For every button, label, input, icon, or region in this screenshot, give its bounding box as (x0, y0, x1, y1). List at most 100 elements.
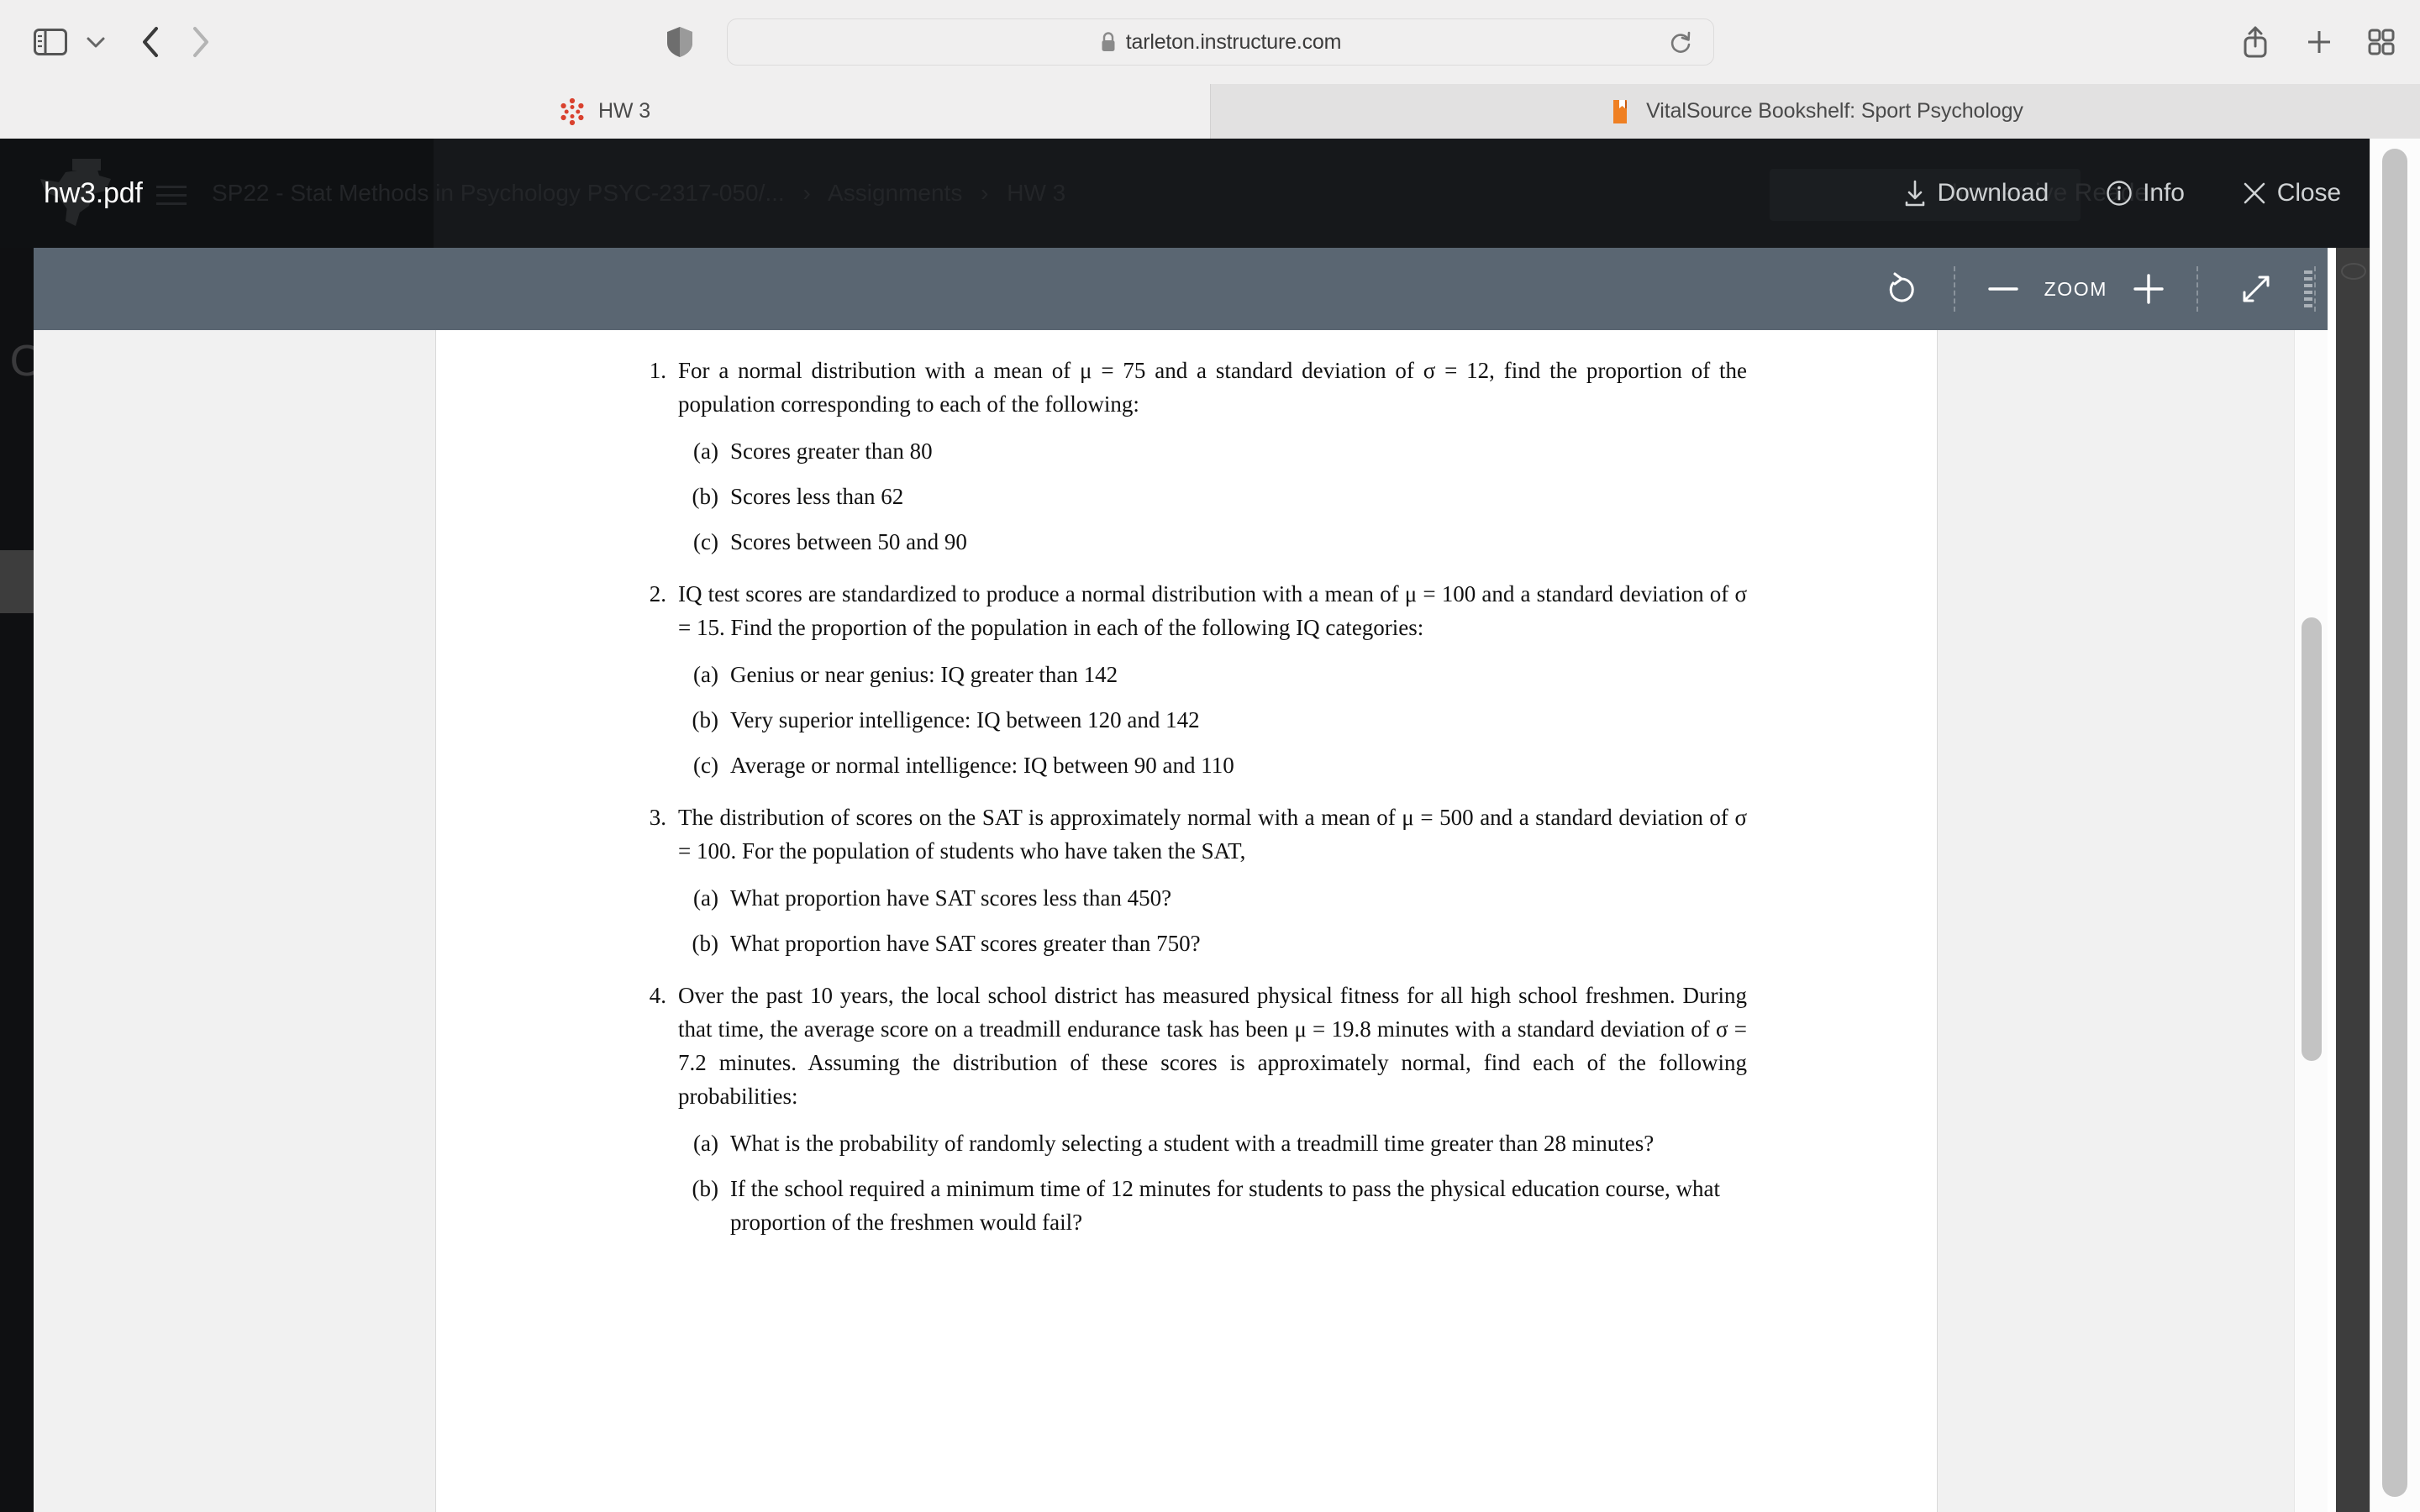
expand-arrows-icon (2243, 276, 2270, 302)
tab-vitalsource[interactable]: VitalSource Bookshelf: Sport Psychology (1210, 84, 2420, 139)
info-icon (2107, 181, 2132, 206)
download-button-label: Download (1937, 179, 2049, 207)
pdf-viewport[interactable]: 1. For a normal distribution with a mean… (34, 330, 2328, 1512)
close-icon (2244, 182, 2265, 204)
question-1: 1. For a normal distribution with a mean… (638, 354, 1747, 421)
question-4-sub-a: (a) What is the probability of randomly … (678, 1126, 1747, 1160)
question-4-text: Over the past 10 years, the local school… (678, 983, 1747, 1109)
toolbar-divider-3 (2314, 266, 2316, 312)
tab-bar: HW 3 VitalSource Bookshelf: Sport Psycho… (0, 84, 2420, 139)
grid-icon[interactable] (2361, 22, 2402, 62)
breadcrumb-page[interactable]: HW 3 (1007, 180, 1065, 206)
tab-hw3[interactable]: HW 3 (0, 84, 1210, 139)
pdf-toolbar: ZOOM (34, 248, 2328, 330)
fullscreen-button[interactable] (2210, 248, 2302, 330)
close-button-label: Close (2276, 179, 2341, 207)
browser-chrome: tarleton.instructure.com HW 3 VitalSourc… (0, 0, 2420, 139)
question-4-sub-b: (b) If the school required a minimum tim… (678, 1172, 1747, 1239)
question-2-sub-b: (b) Very superior intelligence: IQ betwe… (678, 703, 1747, 737)
question-1-text: For a normal distribution with a mean of… (678, 358, 1747, 417)
tab-hw3-label: HW 3 (597, 99, 651, 123)
zoom-out-button[interactable] (1967, 248, 2039, 330)
question-4-sub-a-label: (a) (693, 1131, 718, 1156)
chevron-down-icon[interactable] (81, 22, 111, 62)
share-icon[interactable] (2235, 22, 2275, 62)
hamburger-icon[interactable] (156, 186, 187, 207)
question-3-subs: (a) What proportion have SAT scores less… (638, 881, 1747, 960)
minus-icon (1987, 287, 2018, 291)
question-3-number: 3. (649, 805, 666, 830)
question-1-sub-a-label: (a) (693, 438, 718, 464)
question-3-sub-a: (a) What proportion have SAT scores less… (678, 881, 1747, 915)
question-1-subs: (a) Scores greater than 80 (b) Scores le… (638, 434, 1747, 559)
question-3-sub-b: (b) What proportion have SAT scores grea… (678, 927, 1747, 960)
breadcrumb-course[interactable]: SP22 - Stat Methods in Psychology PSYC-2… (212, 180, 785, 206)
question-2-number: 2. (649, 581, 666, 606)
question-2-sub-c: (c) Average or normal intelligence: IQ b… (678, 748, 1747, 782)
question-3-text: The distribution of scores on the SAT is… (678, 805, 1747, 864)
zoom-in-button[interactable] (2112, 248, 2185, 330)
question-4: 4. Over the past 10 years, the local sch… (638, 979, 1747, 1113)
address-url-text: tarleton.instructure.com (1125, 29, 1342, 54)
download-button[interactable]: Download (1874, 139, 2078, 248)
question-2-sub-a-text: Genius or near genius: IQ greater than 1… (730, 662, 1118, 687)
question-4-subs: (a) What is the probability of randomly … (638, 1126, 1747, 1239)
question-4-sub-b-label: (b) (692, 1176, 718, 1201)
back-arrow-icon[interactable] (130, 22, 171, 62)
question-1-sub-b: (b) Scores less than 62 (678, 480, 1747, 513)
pdf-header-actions: Download Info Close (1874, 139, 2370, 248)
question-2-subs: (a) Genius or near genius: IQ greater th… (638, 658, 1747, 782)
toolbar-divider-1 (1953, 266, 1955, 312)
browser-page-scrollbar-thumb[interactable] (2382, 149, 2407, 1497)
question-1-sub-b-text: Scores less than 62 (730, 484, 904, 509)
shield-icon[interactable] (660, 22, 700, 62)
question-2-sub-a: (a) Genius or near genius: IQ greater th… (678, 658, 1747, 691)
question-2-text: IQ test scores are standardized to produ… (678, 581, 1747, 640)
question-1-sub-c-label: (c) (693, 529, 718, 554)
question-3: 3. The distribution of scores on the SAT… (638, 801, 1747, 868)
browser-toolbar: tarleton.instructure.com (0, 0, 2420, 84)
question-1-sub-a-text: Scores greater than 80 (730, 438, 933, 464)
question-2-sub-c-label: (c) (693, 753, 718, 778)
question-1-sub-b-label: (b) (692, 484, 718, 509)
breadcrumb: SP22 - Stat Methods in Psychology PSYC-2… (212, 139, 1065, 248)
question-2-sub-b-text: Very superior intelligence: IQ between 1… (730, 707, 1200, 732)
breadcrumb-separator-1: › (802, 180, 811, 206)
breadcrumb-section[interactable]: Assignments (828, 180, 962, 206)
toolbar-divider-2 (2196, 266, 2198, 312)
pdf-content-scrollbar[interactable] (2294, 330, 2328, 1512)
reload-icon[interactable] (1666, 28, 1695, 56)
download-icon (1905, 180, 1924, 207)
question-4-sub-b-text: If the school required a minimum time of… (730, 1176, 1720, 1235)
breadcrumb-separator-2: › (981, 180, 989, 206)
question-4-number: 4. (649, 983, 666, 1008)
question-2: 2. IQ test scores are standardized to pr… (638, 577, 1747, 644)
pdf-content-scrollbar-thumb[interactable] (2302, 617, 2322, 1061)
rotate-button[interactable] (1861, 248, 1942, 330)
pdf-toolbar-controls: ZOOM (1861, 248, 2328, 330)
pdf-document-text: 1. For a normal distribution with a mean… (638, 330, 1747, 1512)
question-1-sub-a: (a) Scores greater than 80 (678, 434, 1747, 468)
pdf-page: 1. For a normal distribution with a mean… (435, 330, 1938, 1512)
address-bar[interactable]: tarleton.instructure.com (727, 18, 1714, 66)
plus-icon[interactable] (2299, 22, 2339, 62)
info-button[interactable]: Info (2077, 139, 2213, 248)
question-2-sub-b-label: (b) (692, 707, 718, 732)
plus-icon (2133, 274, 2164, 304)
pdf-preview-header: SP22 - Stat Methods in Psychology PSYC-2… (0, 139, 2370, 248)
lock-icon (1102, 32, 1115, 51)
zoom-label: ZOOM (2044, 277, 2107, 300)
sidebar-toggle-icon[interactable] (30, 22, 71, 62)
question-3-sub-b-label: (b) (692, 931, 718, 956)
info-button-label: Info (2143, 179, 2185, 207)
browser-page-scrollbar[interactable] (2370, 139, 2420, 1512)
drag-grip-icon[interactable] (2304, 270, 2312, 307)
pdf-preview-overlay: SP22 - Stat Methods in Psychology PSYC-2… (0, 139, 2370, 1512)
canvas-logo-icon (560, 97, 584, 125)
close-button[interactable]: Close (2213, 139, 2370, 248)
question-2-sub-a-label: (a) (693, 662, 718, 687)
forward-arrow-icon[interactable] (181, 22, 221, 62)
question-3-sub-b-text: What proportion have SAT scores greater … (730, 931, 1201, 956)
question-1-number: 1. (649, 358, 666, 383)
question-3-sub-a-label: (a) (693, 885, 718, 911)
